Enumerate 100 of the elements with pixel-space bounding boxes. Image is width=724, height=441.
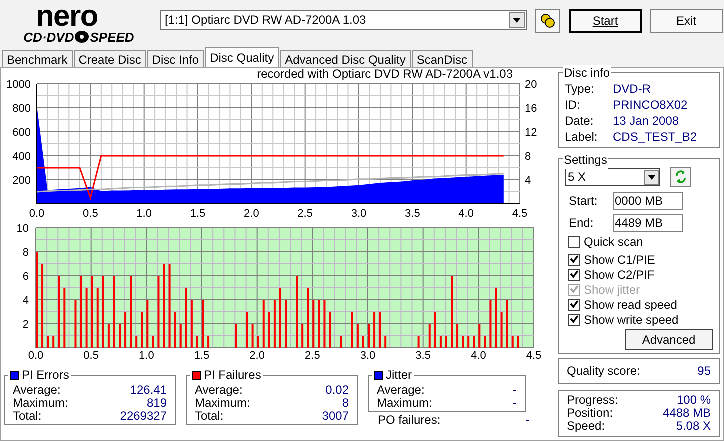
stat-label: PO failures:	[378, 414, 441, 427]
axis-label: 800	[12, 103, 31, 115]
pif-bar	[257, 336, 260, 348]
speed-select[interactable]: 5 X	[565, 168, 660, 186]
caret-icon	[648, 174, 656, 180]
stat-value: 819	[146, 397, 167, 410]
axis-label: 1.0	[136, 208, 152, 218]
pif-bar	[440, 336, 442, 348]
checkbox[interactable]	[568, 268, 580, 280]
axis-label: 1.0	[139, 350, 154, 362]
pif-bar	[58, 276, 60, 348]
pif-bar	[351, 312, 354, 348]
start-button[interactable]: Start	[569, 9, 642, 33]
pif-bar	[246, 312, 248, 348]
pif-bar	[52, 336, 55, 348]
axis-label: 4	[22, 295, 29, 307]
stat-label: Average:	[195, 384, 243, 397]
exit-button[interactable]: Exit	[650, 9, 723, 33]
tab[interactable]: Disc Info	[147, 50, 204, 67]
axis-label: 3.5	[405, 208, 420, 218]
info-value: CDS_TEST_B2	[613, 129, 698, 145]
progress-label: Speed:	[567, 420, 606, 433]
checkbox[interactable]	[568, 314, 580, 326]
checkbox-label: Show jitter	[584, 282, 640, 298]
quality-score: 95	[698, 363, 711, 380]
info-label: Type:	[565, 81, 596, 97]
axis-label: 1.5	[190, 208, 206, 218]
axis-label: 4.0	[471, 350, 486, 362]
pif-bar	[517, 336, 520, 348]
refresh-icon	[674, 170, 686, 184]
axis-label: 6	[22, 271, 29, 283]
axis-label: 400	[12, 151, 31, 163]
stat-label: Average:	[13, 384, 61, 397]
pif-bar	[484, 336, 486, 348]
stat-value: -	[513, 384, 517, 397]
pif-bar	[268, 312, 270, 348]
pif-bar	[318, 300, 320, 348]
axis-label: 3.5	[416, 350, 431, 362]
advanced-button[interactable]: Advanced	[625, 329, 713, 350]
panel-title: Jitter	[386, 368, 412, 382]
tab[interactable]: Disc Quality	[205, 47, 280, 67]
drive-select[interactable]: [1:1] Optiarc DVD RW AD-7200A 1.03	[160, 10, 527, 30]
axis-label: 1.5	[194, 350, 210, 362]
stat-label: Total:	[195, 410, 224, 423]
axis-label: 12	[525, 127, 538, 139]
pif-bar	[478, 324, 481, 348]
tab[interactable]: ScanDisc	[412, 50, 473, 67]
start-field[interactable]: 0000 MB	[613, 192, 683, 210]
info-value: DVD-R	[613, 81, 651, 97]
pif-bar	[434, 312, 436, 348]
pif-bar	[468, 336, 470, 348]
pif-bar	[185, 288, 188, 348]
stat-value: 3007	[322, 410, 349, 423]
tab[interactable]: Create Disc	[74, 50, 146, 67]
pif-bar	[279, 288, 282, 348]
pif-bar	[208, 336, 210, 348]
tab[interactable]: Benchmark	[2, 50, 73, 67]
field-label: Start:	[569, 193, 599, 210]
axis-label: 4.5	[526, 350, 542, 362]
pif-bar	[462, 336, 464, 348]
tab[interactable]: Advanced Disc Quality	[280, 50, 411, 67]
axis-label: 1000	[6, 79, 31, 91]
checkbox[interactable]	[568, 236, 580, 248]
progress-value: 5.08 X	[676, 420, 711, 433]
pif-bar	[74, 300, 77, 348]
checkbox[interactable]	[568, 254, 580, 266]
pif-bar	[180, 324, 182, 348]
pif-bar	[384, 336, 387, 348]
stat-label: Maximum:	[377, 397, 432, 410]
axis-label: 2.0	[250, 350, 265, 362]
pif-bar	[495, 288, 498, 348]
stat-value: 8	[342, 397, 349, 410]
panel-title: PI Failures	[204, 368, 262, 382]
pif-bar	[158, 276, 160, 348]
stat-value: 126.41	[130, 384, 167, 397]
refresh-button[interactable]	[670, 167, 691, 187]
panel-title: PI Errors	[22, 368, 70, 382]
coins-icon	[540, 13, 556, 29]
checkbox-label: Show C2/PIF	[584, 266, 655, 284]
pif-bar	[296, 276, 298, 348]
eject-button[interactable]	[535, 9, 560, 33]
axis-label: 2.5	[298, 208, 313, 218]
pif-bar	[91, 276, 94, 348]
pif-bar	[362, 336, 364, 348]
info-label: ID:	[565, 97, 582, 113]
pif-bar	[445, 336, 448, 348]
checkbox[interactable]	[568, 298, 580, 310]
pif-bar	[490, 300, 492, 348]
pif-bar	[262, 300, 265, 348]
pif-bar	[196, 336, 198, 348]
info-value: 13 Jan 2008	[613, 113, 680, 129]
pif-bar	[312, 300, 315, 348]
pif-bar	[374, 312, 376, 348]
pif-bar	[102, 276, 104, 348]
logo: nero CD·DVD SPEED	[22, 6, 136, 44]
pif-bar	[473, 336, 476, 348]
chart-title: recorded with Optiarc DVD RW AD-7200A v1.03	[257, 68, 513, 81]
end-field[interactable]: 4489 MB	[613, 214, 683, 232]
pif-bar	[356, 324, 359, 348]
axis-label: 200	[12, 175, 31, 187]
